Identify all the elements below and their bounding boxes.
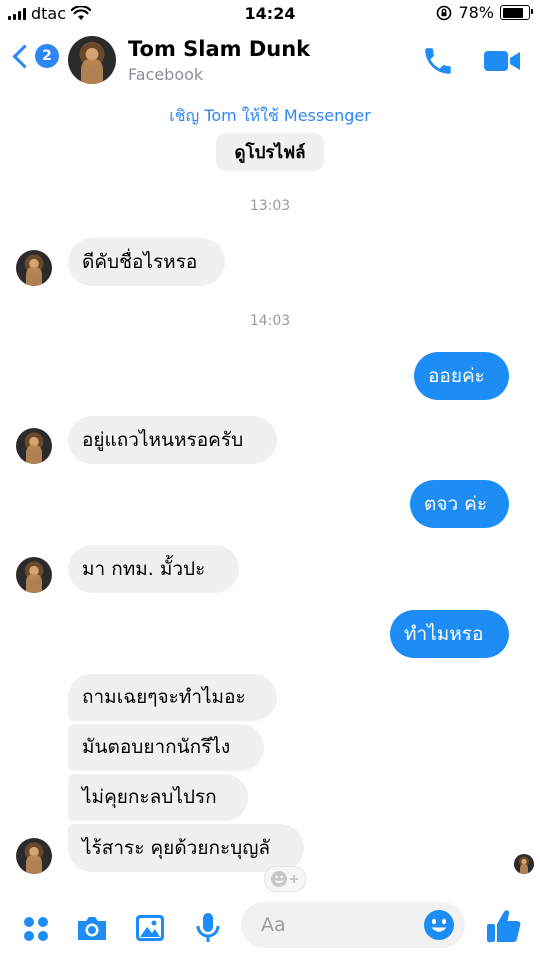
add-reaction-button[interactable] bbox=[264, 866, 306, 892]
sender-avatar[interactable] bbox=[16, 428, 52, 464]
message-bubble[interactable]: ออยค่ะ bbox=[414, 352, 509, 400]
message-input-placeholder: Aa bbox=[261, 914, 286, 936]
camera-icon[interactable] bbox=[74, 910, 110, 946]
sender-avatar[interactable] bbox=[16, 557, 52, 593]
status-bar: dtac 14:24 78% bbox=[0, 0, 540, 28]
contact-subtitle: Facebook bbox=[128, 65, 204, 84]
emoji-plus-icon bbox=[271, 871, 298, 887]
message-input[interactable]: Aa bbox=[241, 902, 465, 948]
contact-avatar[interactable] bbox=[68, 36, 116, 84]
sender-avatar[interactable] bbox=[16, 250, 52, 286]
battery-icon bbox=[500, 5, 533, 20]
back-button[interactable]: 2 bbox=[10, 43, 59, 69]
sender-avatar[interactable] bbox=[16, 838, 52, 874]
conversation-header: 2 Tom Slam Dunk Facebook bbox=[0, 28, 540, 96]
message-bubble[interactable]: ตจว ค่ะ bbox=[410, 480, 509, 528]
message-bubble[interactable]: ไร้สาระ คุยด้วยกะบุญลั bbox=[68, 824, 304, 872]
gallery-icon[interactable] bbox=[132, 910, 168, 946]
message-bubble[interactable]: ทำไมหรอ bbox=[390, 610, 509, 658]
battery-percent: 78% bbox=[458, 3, 494, 22]
timestamp: 14:03 bbox=[249, 313, 291, 329]
video-camera-icon[interactable] bbox=[482, 47, 522, 75]
phone-icon[interactable] bbox=[420, 44, 456, 78]
message-bubble[interactable]: ดีคับชื่อไรหรอ bbox=[68, 238, 225, 286]
contact-name[interactable]: Tom Slam Dunk bbox=[128, 37, 310, 61]
unread-badge: 2 bbox=[35, 44, 59, 68]
microphone-icon[interactable] bbox=[190, 910, 226, 946]
emoji-icon[interactable] bbox=[423, 909, 455, 941]
apps-icon[interactable] bbox=[18, 910, 54, 946]
view-profile-button[interactable]: ดูโปรไฟล์ bbox=[216, 133, 324, 171]
status-right: 78% bbox=[436, 3, 533, 22]
message-bubble[interactable]: มา กทม. มั้วปะ bbox=[68, 545, 239, 593]
thumbs-up-icon[interactable] bbox=[484, 906, 524, 946]
message-bubble[interactable]: ไม่คุยกะลบไปรก bbox=[68, 774, 248, 821]
message-bubble[interactable]: มันตอบยากนักรึไง bbox=[68, 724, 264, 771]
message-bubble[interactable]: ถามเฉยๆจะทำไมอะ bbox=[68, 674, 277, 721]
chevron-left-icon bbox=[12, 43, 37, 69]
message-bubble[interactable]: อยู่แถวไหนหรอครับ bbox=[68, 416, 277, 464]
timestamp: 13:03 bbox=[249, 198, 291, 214]
seen-indicator-avatar bbox=[514, 854, 534, 874]
rotation-lock-icon bbox=[437, 5, 452, 20]
invite-link[interactable]: เชิญ Tom ให้ใช้ Messenger bbox=[0, 104, 540, 129]
